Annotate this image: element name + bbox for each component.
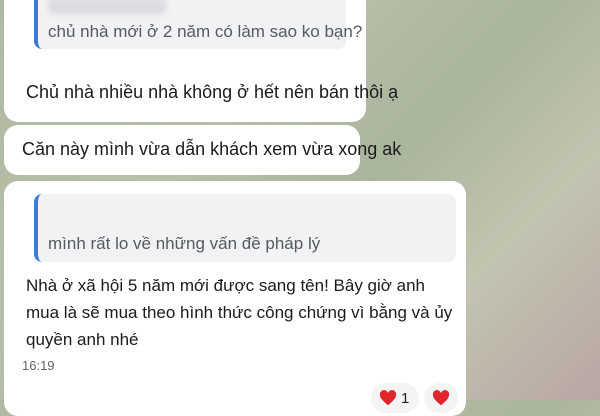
quote-text: chủ nhà mới ở 2 năm có làm sao ko bạn? bbox=[48, 22, 363, 41]
add-reaction-button[interactable] bbox=[424, 383, 458, 413]
blurred-sender-name bbox=[48, 0, 166, 14]
message-bubble-2[interactable]: Căn này mình vừa dẫn khách xem vừa xong … bbox=[4, 125, 401, 175]
message-text: Nhà ở xã hội 5 năm mới được sang tên! Bâ… bbox=[26, 276, 453, 349]
heart-icon bbox=[432, 390, 450, 406]
reply-quote[interactable]: chủ nhà mới ở 2 năm có làm sao ko bạn? bbox=[34, 0, 362, 49]
message-text: Căn này mình vừa dẫn khách xem vừa xong … bbox=[22, 139, 402, 159]
message-time: 16:19 bbox=[22, 358, 55, 373]
heart-icon bbox=[379, 390, 397, 406]
message-text: Chủ nhà nhiều nhà không ở hết nên bán th… bbox=[26, 82, 399, 102]
reaction-count: 1 bbox=[401, 389, 410, 407]
message-bubble-3[interactable]: mình rất lo về những vấn đề pháp lý Nhà … bbox=[4, 181, 466, 416]
reply-quote[interactable]: mình rất lo về những vấn đề pháp lý bbox=[34, 194, 456, 262]
message-bubble-1[interactable]: chủ nhà mới ở 2 năm có làm sao ko bạn? C… bbox=[4, 0, 398, 122]
quote-text: mình rất lo về những vấn đề pháp lý bbox=[48, 234, 321, 253]
reaction-heart-button[interactable]: 1 bbox=[371, 383, 419, 413]
